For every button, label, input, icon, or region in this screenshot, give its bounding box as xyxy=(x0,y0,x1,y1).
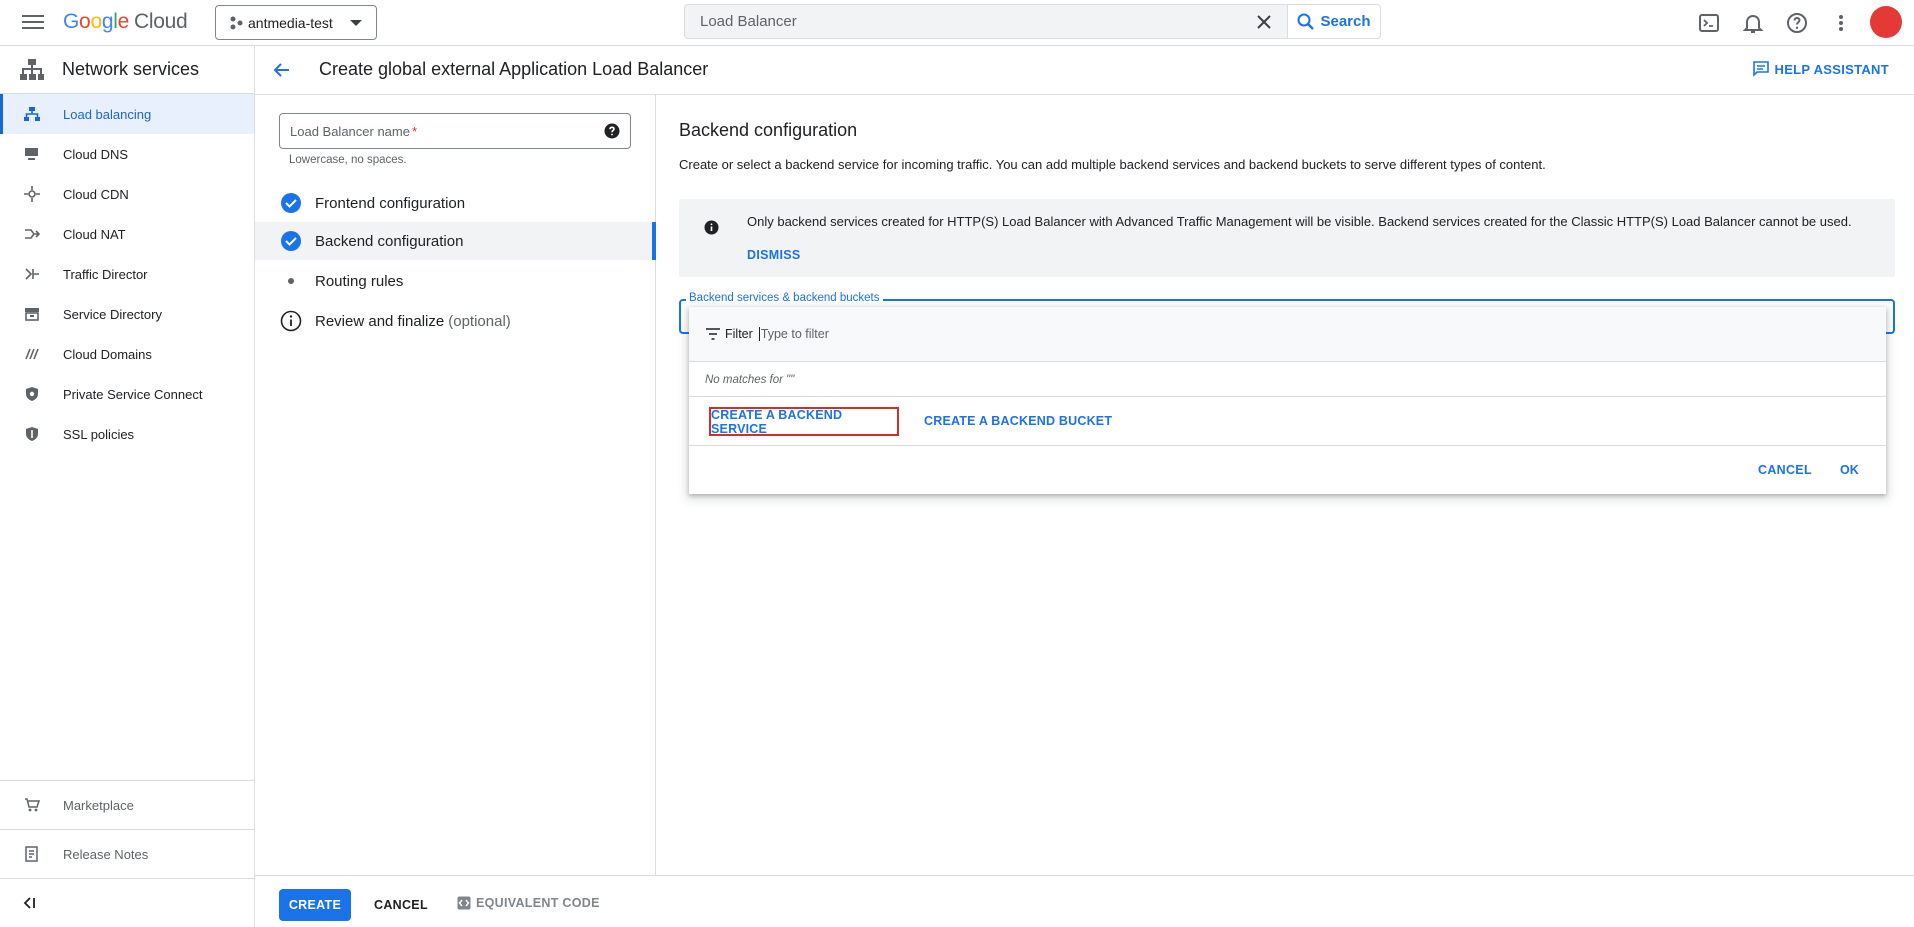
step-backend-configuration[interactable]: Backend configuration xyxy=(255,222,656,260)
notifications-icon[interactable] xyxy=(1741,11,1765,35)
info-icon xyxy=(704,220,719,235)
traffic-director-icon xyxy=(24,266,40,282)
bullet-icon xyxy=(280,270,302,292)
info-outline-icon xyxy=(280,310,302,332)
check-circle-icon xyxy=(280,230,302,252)
search-button[interactable]: Search xyxy=(1288,4,1381,39)
section-title: Backend configuration xyxy=(679,120,858,140)
project-picker[interactable]: antmedia-test xyxy=(215,5,377,40)
service-directory-icon xyxy=(24,306,40,322)
sidebar-item-cloud-dns[interactable]: Cloud DNS xyxy=(0,134,254,174)
cloud-shell-icon[interactable] xyxy=(1697,11,1721,35)
back-arrow-icon[interactable] xyxy=(272,60,292,80)
sidebar-item-private-service-connect[interactable]: Private Service Connect xyxy=(0,374,254,414)
dropdown-ok-button[interactable]: OK xyxy=(1840,463,1859,477)
footer-bar: CREATE CANCEL EQUIVALENT CODE xyxy=(255,875,1914,927)
sidebar-item-marketplace[interactable]: Marketplace xyxy=(0,780,254,829)
sidebar-header: Network services xyxy=(0,46,254,94)
project-name: antmedia-test xyxy=(248,14,333,31)
cdn-icon xyxy=(24,186,40,202)
search-input[interactable] xyxy=(700,13,1240,30)
create-backend-service-button[interactable]: CREATE A BACKEND SERVICE xyxy=(709,407,899,436)
cancel-button[interactable]: CANCEL xyxy=(374,898,428,912)
step-routing-rules[interactable]: Routing rules xyxy=(255,262,656,300)
sidebar-bottom: Marketplace Release Notes xyxy=(0,780,254,927)
network-services-icon xyxy=(20,58,44,80)
ssl-policies-icon xyxy=(24,426,40,442)
check-circle-icon xyxy=(280,192,302,214)
sidebar-item-load-balancing[interactable]: Load balancing xyxy=(0,94,254,134)
info-banner-text: Only backend services created for HTTP(S… xyxy=(747,214,1852,229)
help-icon[interactable] xyxy=(1785,11,1809,35)
main-content: Backend configuration Create or select a… xyxy=(657,95,1914,875)
dropdown-cancel-button[interactable]: CANCEL xyxy=(1758,463,1812,477)
stepper-panel: Load Balancer name * Lowercase, no spaces… xyxy=(255,95,656,875)
filter-input[interactable]: Type to filter xyxy=(758,327,829,341)
collapse-sidebar-button[interactable] xyxy=(0,878,254,927)
close-icon[interactable] xyxy=(1255,13,1273,31)
sidebar: Network services Load balancing Cloud DN… xyxy=(0,46,255,927)
filter-label: Filter xyxy=(725,327,753,341)
release-notes-icon xyxy=(24,846,40,862)
create-backend-bucket-button[interactable]: CREATE A BACKEND BUCKET xyxy=(924,414,1112,428)
equivalent-code-button[interactable]: EQUIVALENT CODE xyxy=(457,896,600,910)
load-balancing-icon xyxy=(24,106,40,122)
more-vert-icon[interactable] xyxy=(1829,11,1853,35)
help-assistant-icon xyxy=(1752,61,1769,77)
top-app-bar: GoogleCloud antmedia-test Search xyxy=(0,0,1914,46)
private-service-connect-icon xyxy=(24,386,40,402)
search-icon xyxy=(1297,13,1315,30)
help-circle-icon[interactable] xyxy=(604,123,620,139)
backend-services-label: Backend services & backend buckets xyxy=(686,292,883,304)
dismiss-button[interactable]: DISMISS xyxy=(747,248,801,262)
collapse-icon xyxy=(23,897,35,909)
page-header: Create global external Application Load … xyxy=(255,46,1914,95)
main-menu-icon[interactable] xyxy=(22,12,44,32)
account-avatar[interactable] xyxy=(1870,6,1902,38)
filter-row[interactable]: Filter Type to filter xyxy=(689,307,1886,362)
filter-icon xyxy=(706,328,720,340)
code-icon xyxy=(457,896,471,910)
page-title: Create global external Application Load … xyxy=(319,59,709,79)
sidebar-item-cloud-nat[interactable]: Cloud NAT xyxy=(0,214,254,254)
step-frontend-configuration[interactable]: Frontend configuration xyxy=(255,184,656,222)
load-balancer-name-field[interactable]: Load Balancer name * xyxy=(279,113,631,149)
sidebar-item-cloud-cdn[interactable]: Cloud CDN xyxy=(0,174,254,214)
marketplace-icon xyxy=(24,797,40,813)
section-description: Create or select a backend service for i… xyxy=(679,157,1546,172)
project-icon xyxy=(230,16,243,29)
dns-icon xyxy=(24,146,40,162)
help-assistant-button[interactable]: HELP ASSISTANT xyxy=(1752,61,1889,77)
sidebar-title: Network services xyxy=(62,59,200,79)
sidebar-item-cloud-domains[interactable]: Cloud Domains xyxy=(0,334,254,374)
sidebar-item-traffic-director[interactable]: Traffic Director xyxy=(0,254,254,294)
domains-icon xyxy=(24,346,40,362)
name-hint: Lowercase, no spaces. xyxy=(289,154,407,166)
nat-icon xyxy=(24,226,40,242)
dropdown-actions: CREATE A BACKEND SERVICE CREATE A BACKEN… xyxy=(689,396,1886,446)
sidebar-item-ssl-policies[interactable]: SSL policies xyxy=(0,414,254,454)
search-box[interactable] xyxy=(684,4,1288,39)
create-button[interactable]: CREATE xyxy=(279,889,351,921)
backend-services-dropdown: Filter Type to filter No matches for "" … xyxy=(689,307,1886,494)
google-cloud-logo[interactable]: Google Cloud xyxy=(63,10,188,34)
info-banner: Only backend services created for HTTP(S… xyxy=(679,199,1895,277)
sidebar-item-service-directory[interactable]: Service Directory xyxy=(0,294,254,334)
sidebar-item-release-notes[interactable]: Release Notes xyxy=(0,829,254,878)
no-matches-text: No matches for "" xyxy=(705,374,795,386)
chevron-down-icon xyxy=(350,20,362,26)
step-review-and-finalize[interactable]: Review and finalize (optional) xyxy=(255,302,656,340)
